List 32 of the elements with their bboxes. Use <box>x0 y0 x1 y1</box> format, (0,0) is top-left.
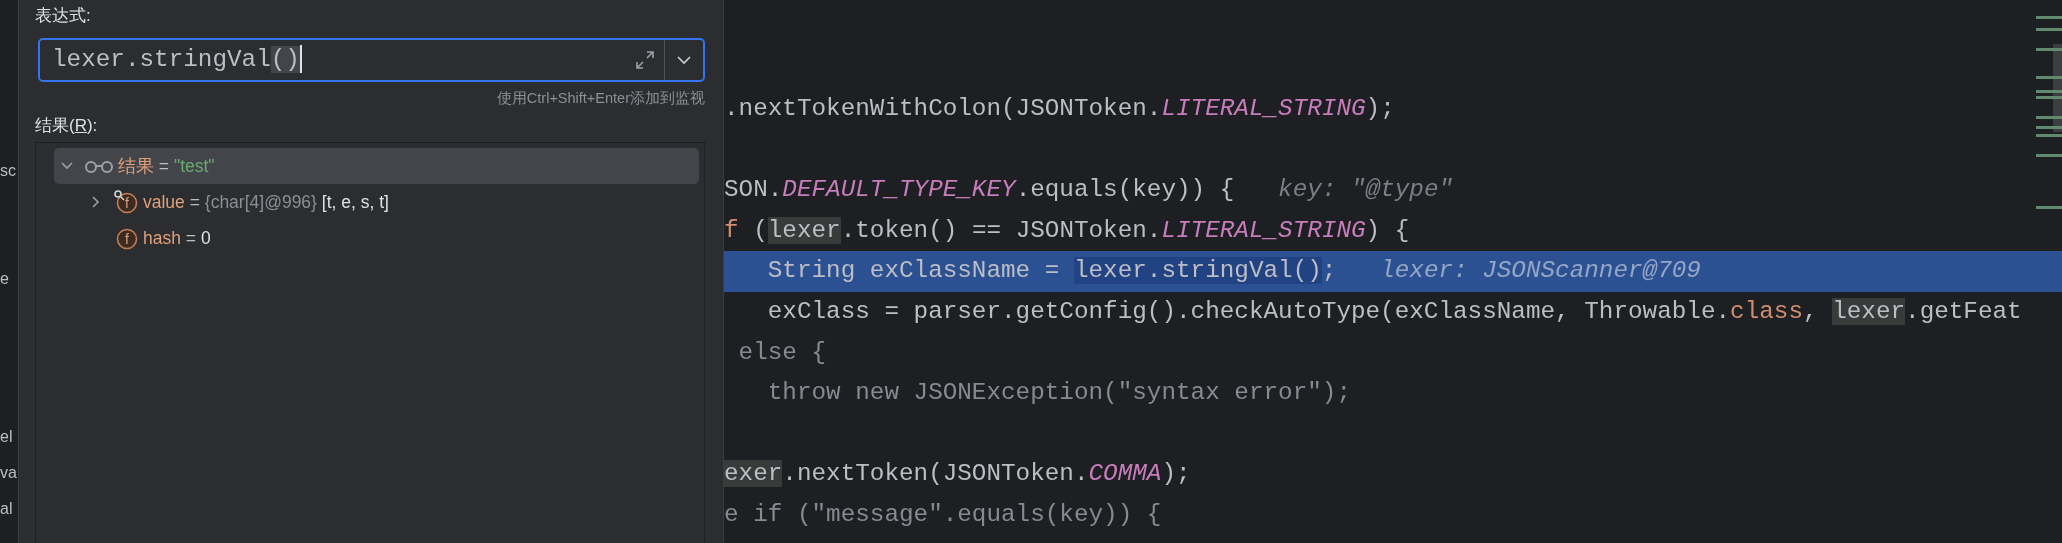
text-fragment: va <box>0 463 18 483</box>
expand-icon <box>633 49 656 71</box>
node-text: 结果 = "test" <box>118 154 215 178</box>
code-text: SON.DEFAULT_TYPE_KEY.equals(key)) { <box>724 175 1235 206</box>
glasses-icon <box>84 158 114 174</box>
expression-field[interactable]: lexer.stringVal() <box>38 38 705 82</box>
inline-hint: lexer: JSONScanner@709 <box>1380 256 1701 287</box>
code-text: else { <box>737 337 827 368</box>
inline-hint: key: "@type" <box>1278 175 1454 206</box>
field-pin-icon: f <box>113 190 139 214</box>
code-text: e if ("message".equals(key)) { <box>724 500 1162 530</box>
shortcut-hint: 使用Ctrl+Shift+Enter添加到监视 <box>495 89 705 108</box>
node-text: hash = 0 <box>143 226 211 250</box>
code-text: exer.nextToken(JSONToken.COMMA); <box>724 459 1191 490</box>
tree-row[interactable]: f value = {char[4]@996} [t, e, s, t] <box>54 184 699 220</box>
chevron-right-icon <box>91 195 101 209</box>
node-text: value = {char[4]@996} [t, e, s, t] <box>143 190 389 214</box>
expression-label: 表达式: <box>35 5 92 27</box>
code-text: exClass = parser.getConfig().checkAutoType(exClassName, Throwable.class, lexer.getFeat <box>766 297 2022 328</box>
chevron-down-icon <box>676 55 692 65</box>
tree-row[interactable]: 结果 = "test" <box>54 148 699 184</box>
code-text: f (lexer.token() == JSONToken.LITERAL_STRING) { <box>724 215 1410 246</box>
text-fragment: e <box>0 269 10 289</box>
chevron-down-icon <box>60 161 74 171</box>
text-fragment: sc <box>0 161 17 181</box>
tree-row[interactable]: f hash = 0 <box>54 220 699 256</box>
result-label: 结果(R): <box>35 115 99 137</box>
code-text: throw new JSONException("syntax error"); <box>766 378 1351 409</box>
code-text: .nextTokenWithColon(JSONToken.LITERAL_STRING); <box>724 94 1395 125</box>
text-fragment: el <box>0 427 14 447</box>
text-fragment: al <box>0 499 14 519</box>
code-text: String exClassName = lexer.stringVal(); <box>766 256 1337 287</box>
